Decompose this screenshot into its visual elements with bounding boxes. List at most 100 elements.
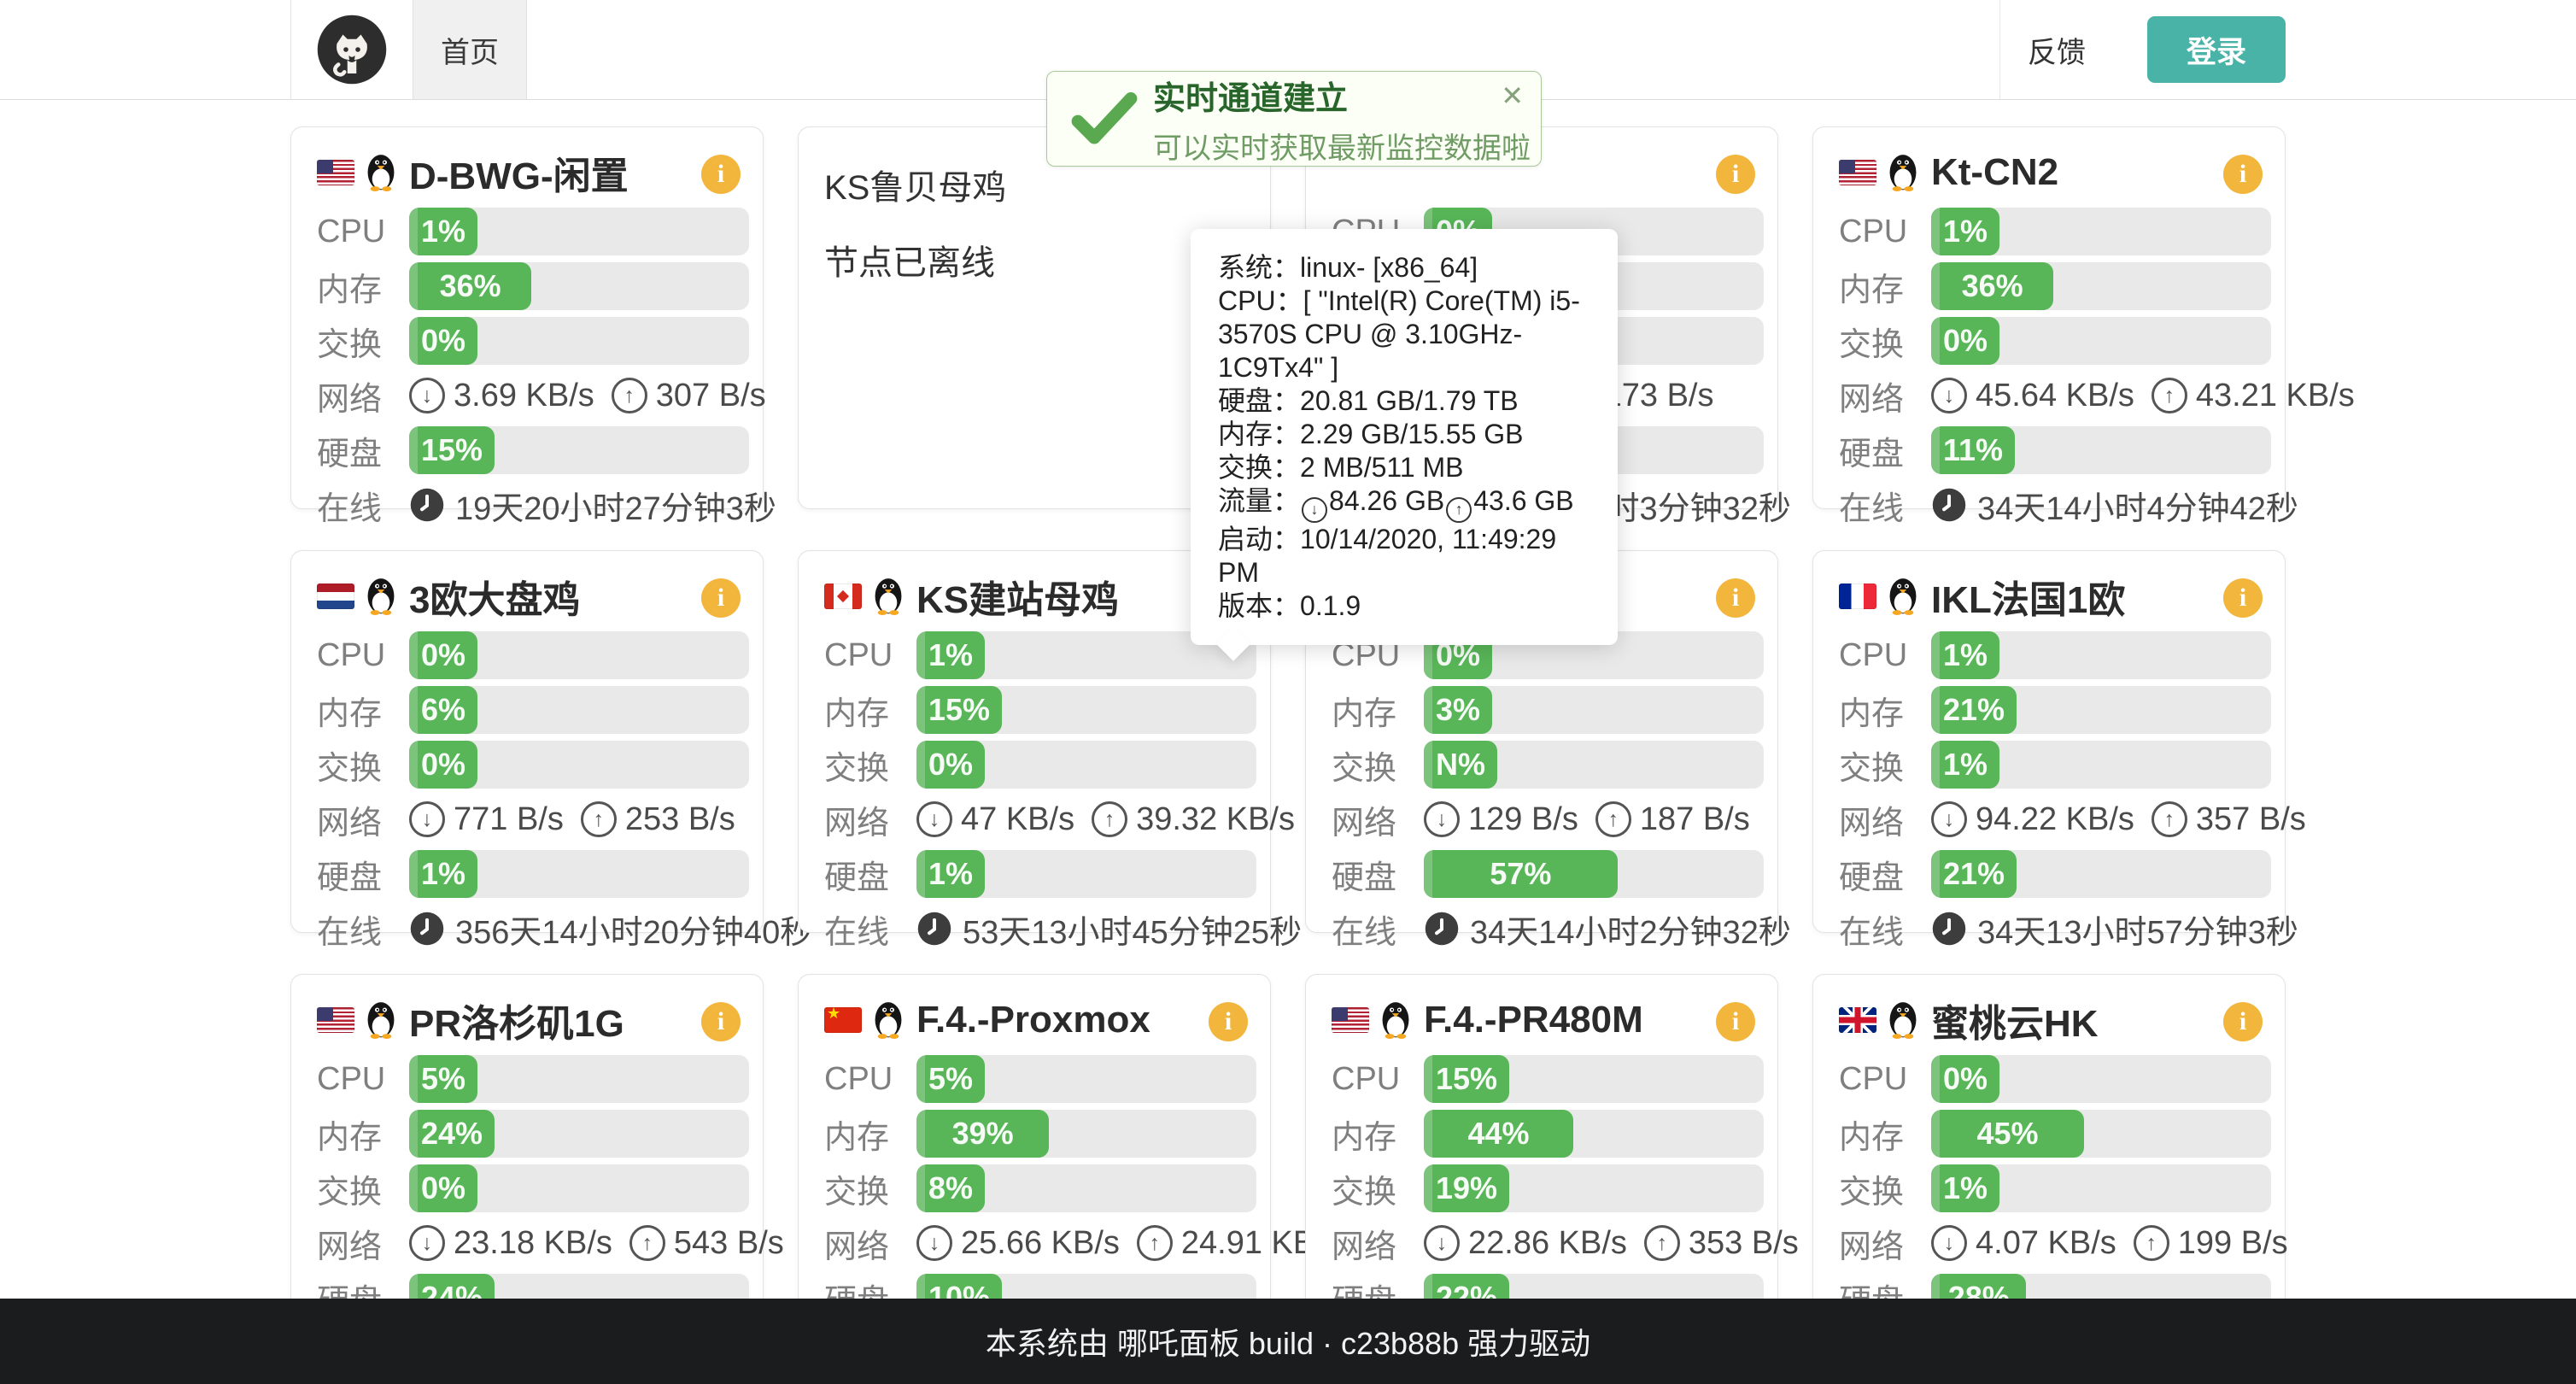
swap-value: 19% (1436, 1170, 1497, 1206)
linux-os-icon (1885, 998, 1921, 1043)
cpu-label: CPU (317, 1061, 409, 1098)
uptime-label: 在线 (1839, 906, 1931, 953)
download-speed: 25.66 KB/s (961, 1225, 1120, 1262)
download-arrow-icon: ↓ (1302, 497, 1327, 523)
linux-os-icon (1378, 998, 1414, 1043)
memory-bar: 6% (409, 686, 749, 734)
clock-icon (1424, 911, 1460, 947)
disk-bar: 1% (916, 850, 1256, 898)
tab-home[interactable]: 首页 (413, 0, 527, 99)
disk-value: 1% (928, 856, 973, 892)
network-label: 网络 (317, 796, 409, 843)
network-label: 网络 (317, 372, 409, 419)
swap-bar: 0% (409, 1164, 749, 1212)
swap-bar: 8% (916, 1164, 1256, 1212)
uptime-value: 34天14小时2分钟32秒 (1470, 906, 1791, 953)
upload-arrow-icon: ↑ (1092, 801, 1127, 837)
swap-bar: 0% (409, 317, 749, 365)
login-button[interactable]: 登录 (2147, 16, 2286, 83)
network-label: 网络 (824, 1220, 916, 1267)
info-icon[interactable]: i (701, 1002, 741, 1041)
memory-bar: 39% (916, 1110, 1256, 1158)
memory-bar: 24% (409, 1110, 749, 1158)
memory-bar: 21% (1931, 686, 2271, 734)
linux-os-icon (363, 574, 399, 619)
memory-value: 36% (440, 268, 501, 304)
info-icon[interactable]: i (701, 578, 741, 618)
cpu-bar: 15% (1424, 1055, 1764, 1103)
swap-label: 交换 (317, 1165, 409, 1212)
upload-speed: 353 B/s (1689, 1225, 1799, 1262)
server-card: 3欧大盘鸡 i CPU0% 内存6% 交换0% 网络↓771 B/s↑253 B… (290, 550, 764, 933)
swap-bar: 0% (1931, 317, 2271, 365)
memory-label: 内存 (1839, 687, 1931, 734)
download-speed: 3.69 KB/s (454, 378, 594, 414)
disk-label: 硬盘 (1839, 427, 1931, 474)
uptime-value: 34天13小时57分钟3秒 (1977, 906, 2298, 953)
upload-speed: 543 B/s (674, 1225, 784, 1262)
info-icon[interactable]: i (1716, 155, 1755, 194)
cpu-value: 5% (421, 1061, 465, 1097)
swap-bar: 0% (916, 741, 1256, 789)
download-speed: 47 KB/s (961, 801, 1074, 838)
clock-icon (409, 911, 445, 947)
cpu-value: 15% (1436, 1061, 1497, 1097)
tooltip-boot-line: 启动：10/14/2020, 11:49:29 PM (1218, 523, 1590, 589)
download-arrow-icon: ↓ (1424, 801, 1460, 837)
country-flag-icon (824, 1007, 862, 1033)
footer-panel-link[interactable]: 哪吒面板 build · c23b88b (1117, 1319, 1459, 1363)
swap-label: 交换 (317, 742, 409, 789)
memory-bar: 15% (916, 686, 1256, 734)
swap-value: 0% (1943, 323, 1988, 359)
memory-value: 21% (1943, 692, 2005, 728)
tooltip-traffic-line: 流量：↓84.26 GB↑43.6 GB (1218, 484, 1590, 523)
memory-value: 15% (928, 692, 990, 728)
upload-arrow-icon: ↑ (1446, 497, 1472, 523)
avatar-logo-icon (316, 14, 388, 85)
download-arrow-icon: ↓ (1931, 801, 1967, 837)
cpu-value: 1% (928, 637, 973, 673)
server-info-tooltip: 系统：linux- [x86_64] CPU：[ "Intel(R) Core(… (1191, 229, 1618, 645)
info-icon[interactable]: i (1209, 1002, 1248, 1041)
upload-arrow-icon: ↑ (1644, 1225, 1680, 1261)
cpu-bar: 5% (916, 1055, 1256, 1103)
cpu-bar: 1% (1931, 631, 2271, 679)
server-name: Kt-CN2 (1931, 151, 2058, 194)
upload-speed: 39.32 KB/s (1136, 801, 1295, 838)
upload-speed: 357 B/s (2196, 801, 2306, 838)
disk-label: 硬盘 (317, 427, 409, 474)
info-icon[interactable]: i (2223, 578, 2263, 618)
uptime-label: 在线 (1839, 482, 1931, 529)
server-name: IKL法国1欧 (1931, 569, 2125, 624)
clock-icon (1931, 911, 1967, 947)
info-icon[interactable]: i (701, 155, 741, 194)
cpu-bar: 0% (409, 631, 749, 679)
swap-bar: N% (1424, 741, 1764, 789)
disk-label: 硬盘 (1332, 851, 1424, 898)
swap-label: 交换 (1839, 318, 1931, 365)
server-name: KS建站母鸡 (916, 569, 1119, 624)
info-icon[interactable]: i (1716, 578, 1755, 618)
close-icon[interactable]: ✕ (1501, 82, 1524, 109)
network-label: 网络 (1839, 796, 1931, 843)
swap-label: 交换 (1839, 1165, 1931, 1212)
disk-label: 硬盘 (317, 851, 409, 898)
swap-bar: 19% (1424, 1164, 1764, 1212)
toast-message: 可以实时获取最新监控数据啦 (1153, 125, 1531, 167)
uptime-value: 356天14小时20分钟40秒 (455, 906, 812, 953)
swap-label: 交换 (824, 1165, 916, 1212)
site-logo[interactable] (290, 0, 413, 99)
tooltip-system-line: 系统：linux- [x86_64] (1218, 251, 1590, 284)
feedback-link[interactable]: 反馈 (1999, 0, 2113, 99)
country-flag-icon (317, 584, 354, 609)
info-icon[interactable]: i (2223, 1002, 2263, 1041)
download-arrow-icon: ↓ (409, 801, 445, 837)
info-icon[interactable]: i (2223, 155, 2263, 194)
download-arrow-icon: ↓ (409, 1225, 445, 1261)
toast-success: 实时通道建立 可以实时获取最新监控数据啦 ✕ (1046, 71, 1542, 167)
cpu-bar: 1% (409, 208, 749, 255)
network-label: 网络 (1839, 372, 1931, 419)
info-icon[interactable]: i (1716, 1002, 1755, 1041)
uptime-label: 在线 (824, 906, 916, 953)
download-speed: 45.64 KB/s (1976, 378, 2134, 414)
